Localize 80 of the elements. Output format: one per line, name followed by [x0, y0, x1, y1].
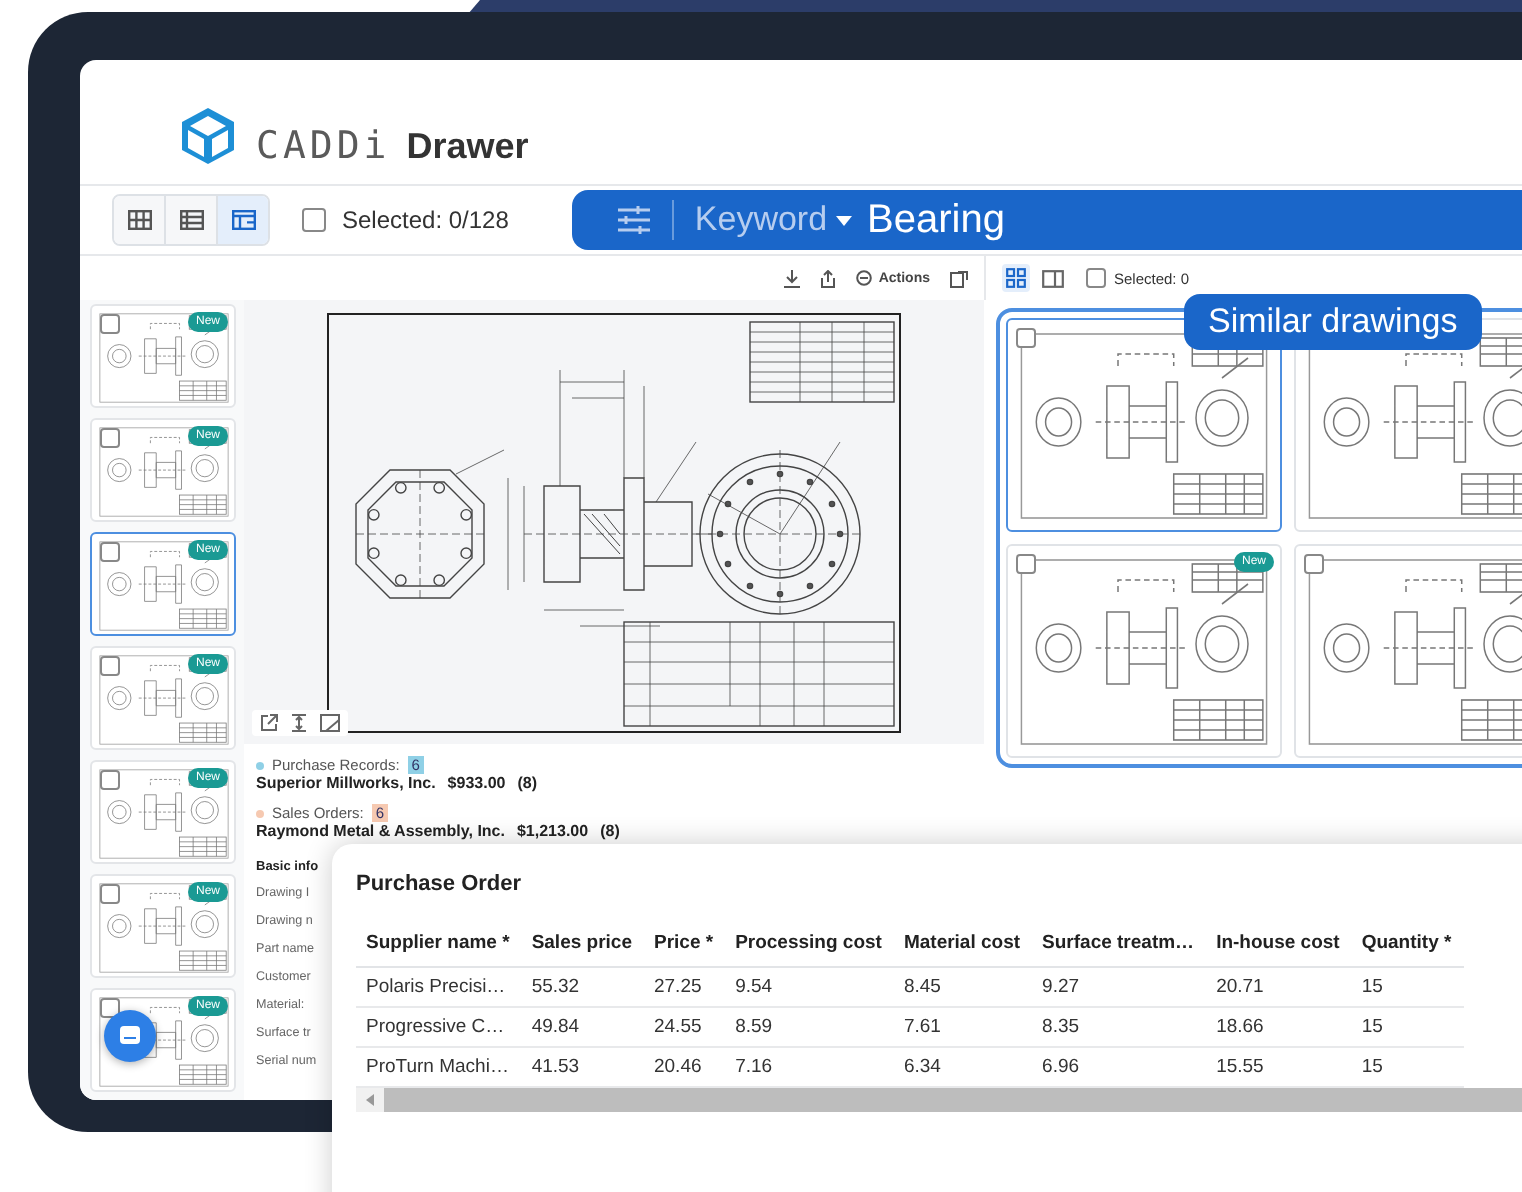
checkbox[interactable] — [100, 314, 120, 334]
quantity: (8) — [600, 822, 620, 840]
horizontal-scrollbar[interactable] — [356, 1088, 1522, 1112]
drawing-thumbnail — [95, 880, 231, 976]
checkbox[interactable] — [100, 542, 120, 562]
fullscreen-icon[interactable] — [320, 714, 340, 732]
checkbox[interactable] — [100, 656, 120, 676]
table-cell: Progressive C… — [356, 1007, 522, 1047]
filter-icon — [616, 204, 653, 236]
view-mode-button[interactable] — [1038, 264, 1066, 292]
view-mode-button[interactable] — [218, 196, 268, 244]
keyword-dropdown[interactable]: Keyword — [694, 200, 852, 240]
product-name: Drawer — [406, 126, 529, 168]
drawing-thumbnail — [95, 538, 231, 634]
share-icon[interactable] — [820, 269, 837, 287]
side-panel-icon — [1041, 269, 1063, 287]
table-cell: 8.35 — [1032, 1007, 1207, 1047]
export-icon[interactable] — [950, 269, 968, 287]
table-cell: 15 — [1351, 1007, 1464, 1047]
download-icon[interactable] — [784, 269, 801, 287]
column-header: Supplier name * — [356, 924, 522, 967]
checkbox[interactable] — [1016, 554, 1036, 574]
minus-circle-icon — [856, 270, 873, 286]
checkbox[interactable] — [302, 208, 326, 232]
drawing-thumbnail — [95, 766, 231, 862]
open-external-icon[interactable] — [260, 714, 278, 732]
search-bar[interactable]: Keyword Bearing — [572, 190, 1522, 250]
view-mode-button[interactable] — [1002, 264, 1030, 292]
amount: $1,213.00 — [516, 822, 589, 840]
grid-view-icon — [127, 210, 151, 230]
table-cell: 18.66 — [1206, 1007, 1352, 1047]
table-cell: 15 — [1351, 967, 1464, 1007]
checkbox[interactable] — [1304, 554, 1324, 574]
drawing-thumbnail — [95, 994, 231, 1090]
column-header: Processing cost — [725, 924, 894, 967]
table-cell: 9.54 — [725, 967, 894, 1007]
search-value: Bearing — [867, 197, 1005, 243]
company-name: Superior Millworks, Inc. — [256, 774, 436, 792]
table-cell: 8.59 — [725, 1007, 894, 1047]
scroll-left-icon[interactable] — [365, 1094, 375, 1106]
table-cell: 24.55 — [643, 1007, 726, 1047]
chat-icon — [118, 1024, 142, 1048]
table-cell: Polaris Precisi… — [356, 967, 522, 1007]
checkbox[interactable] — [100, 998, 120, 1018]
checkbox[interactable] — [1016, 328, 1036, 348]
drawing-thumbnail — [95, 652, 231, 748]
drawing-thumbnail — [95, 424, 231, 520]
amount: $933.00 — [447, 774, 506, 792]
column-header: Quantity * — [1351, 924, 1464, 967]
card-title: Purchase Order — [356, 872, 524, 896]
column-header: Material cost — [893, 924, 1033, 967]
table-cell: 9.27 — [1032, 967, 1207, 1007]
column-header: Price * — [643, 924, 726, 967]
quantity: (8) — [517, 774, 537, 792]
checkbox[interactable] — [100, 770, 120, 790]
drawing-thumbnail — [95, 310, 231, 406]
view-mode-button[interactable] — [114, 196, 166, 244]
checkbox[interactable] — [100, 884, 120, 904]
checkbox[interactable] — [1086, 268, 1106, 288]
fit-height-icon[interactable] — [290, 714, 308, 732]
column-header: Sales price — [521, 924, 644, 967]
split-view-icon — [231, 210, 255, 230]
list-view-icon — [179, 210, 203, 230]
caret-icon — [835, 215, 852, 225]
table-cell: 27.25 — [643, 967, 726, 1007]
logo-text: CADDi — [256, 124, 391, 168]
view-mode-button[interactable] — [166, 196, 218, 244]
table-cell: 8.45 — [893, 967, 1033, 1007]
table-cell: 55.32 — [521, 967, 644, 1007]
column-header: Surface treatm… — [1032, 924, 1207, 967]
similar-drawings-tooltip: Similar drawings — [1184, 294, 1482, 350]
grid-view-icon — [1006, 268, 1026, 288]
table-cell: 20.71 — [1206, 967, 1352, 1007]
company-name: Raymond Metal & Assembly, Inc. — [256, 822, 505, 840]
table-cell: 7.61 — [893, 1007, 1033, 1047]
checkbox[interactable] — [100, 428, 120, 448]
cube-logo-icon — [176, 104, 240, 168]
selection-count: Selected: 0/128 — [342, 206, 509, 234]
column-header: In-house cost — [1206, 924, 1352, 967]
table-cell: 49.84 — [521, 1007, 644, 1047]
